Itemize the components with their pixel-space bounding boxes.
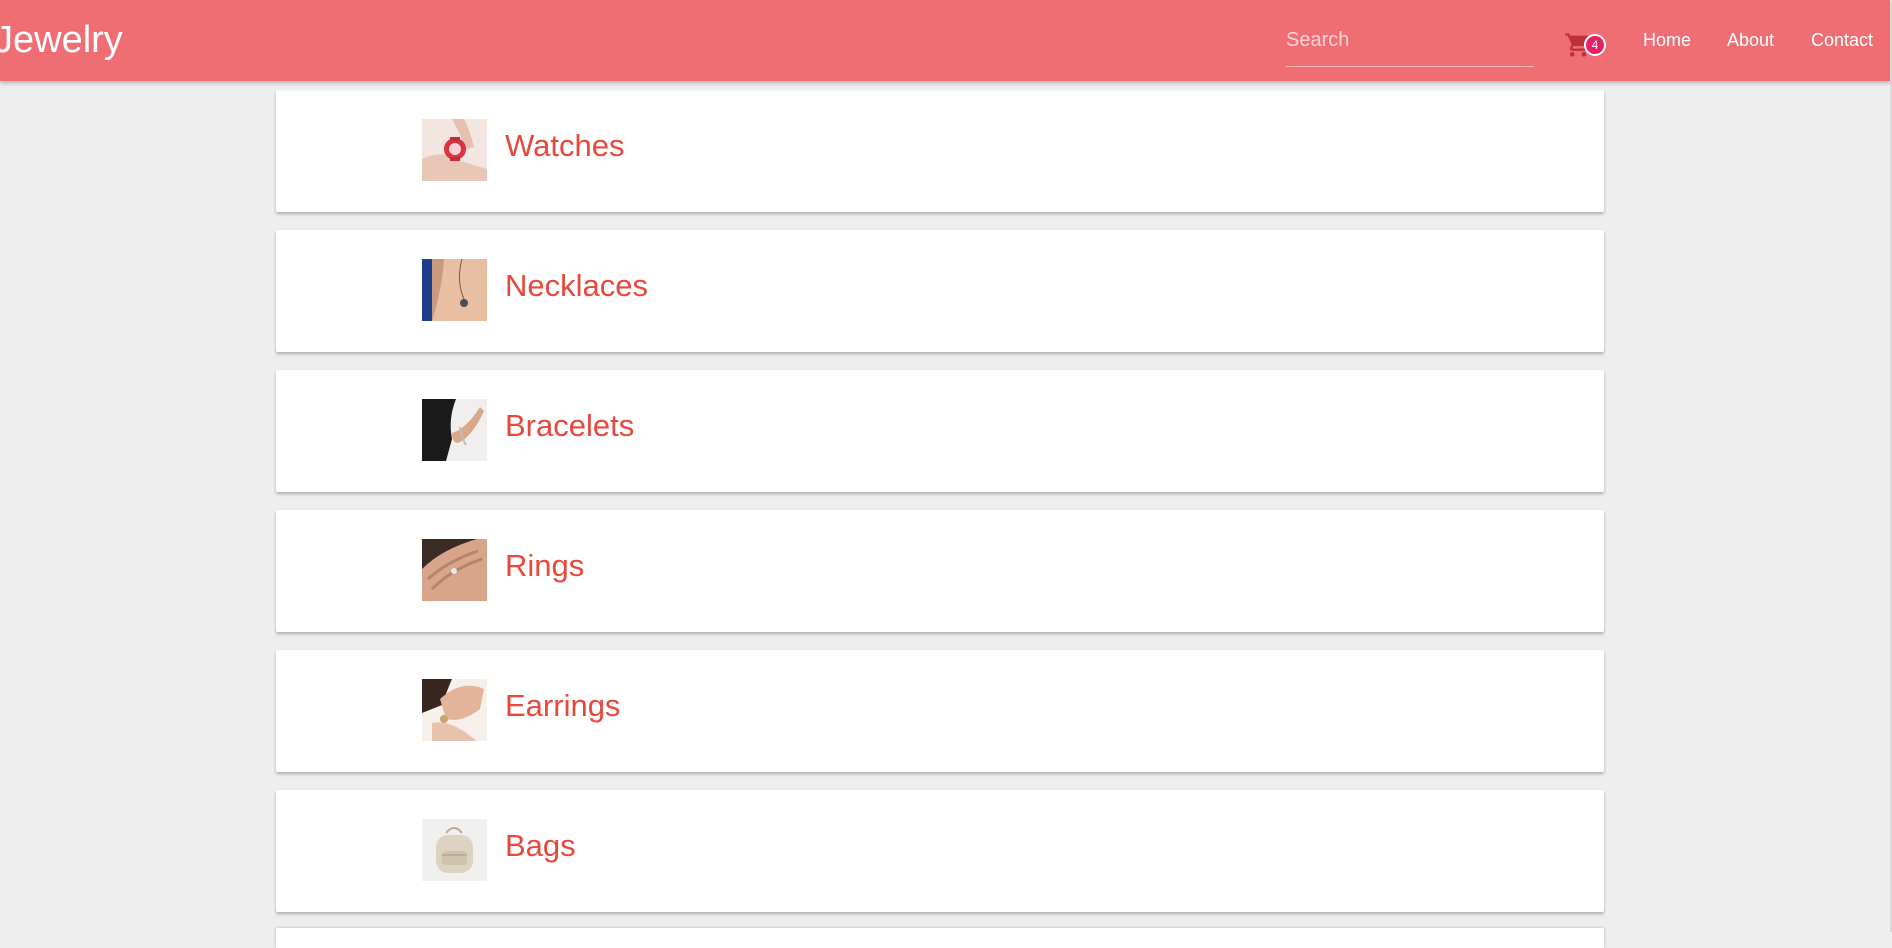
category-label[interactable]: Bracelets bbox=[505, 408, 634, 444]
search-field[interactable] bbox=[1286, 22, 1534, 67]
category-label[interactable]: Watches bbox=[505, 128, 624, 164]
category-card-bracelets[interactable]: Bracelets bbox=[276, 370, 1604, 492]
search-input[interactable] bbox=[1286, 22, 1534, 58]
earring-thumbnail bbox=[422, 679, 487, 741]
cart-count-badge: 4 bbox=[1584, 34, 1606, 56]
category-card-necklaces[interactable]: Necklaces bbox=[276, 230, 1604, 352]
necklace-thumbnail bbox=[422, 259, 487, 321]
bracelet-thumbnail bbox=[422, 399, 487, 461]
cart-button[interactable]: 4 bbox=[1564, 30, 1610, 62]
nav-about-link[interactable]: About bbox=[1727, 28, 1774, 52]
category-label[interactable]: Bags bbox=[505, 828, 576, 864]
category-list: Watches Necklaces Bracelets Rings Earrin… bbox=[276, 90, 1604, 930]
category-label[interactable]: Rings bbox=[505, 548, 584, 584]
category-label[interactable]: Earrings bbox=[505, 688, 620, 724]
top-navbar: Jewelry 4 Home About Contact bbox=[0, 0, 1890, 81]
bag-thumbnail bbox=[422, 819, 487, 881]
category-card-earrings[interactable]: Earrings bbox=[276, 650, 1604, 772]
category-card-bags[interactable]: Bags bbox=[276, 790, 1604, 912]
nav-contact-link[interactable]: Contact bbox=[1811, 28, 1873, 52]
brand-title[interactable]: Jewelry bbox=[0, 18, 123, 62]
ring-thumbnail bbox=[422, 539, 487, 601]
category-card-watches[interactable]: Watches bbox=[276, 90, 1604, 212]
nav-home-link[interactable]: Home bbox=[1643, 28, 1691, 52]
category-card-partial[interactable] bbox=[276, 928, 1604, 948]
watch-thumbnail bbox=[422, 119, 487, 181]
category-card-rings[interactable]: Rings bbox=[276, 510, 1604, 632]
category-label[interactable]: Necklaces bbox=[505, 268, 648, 304]
